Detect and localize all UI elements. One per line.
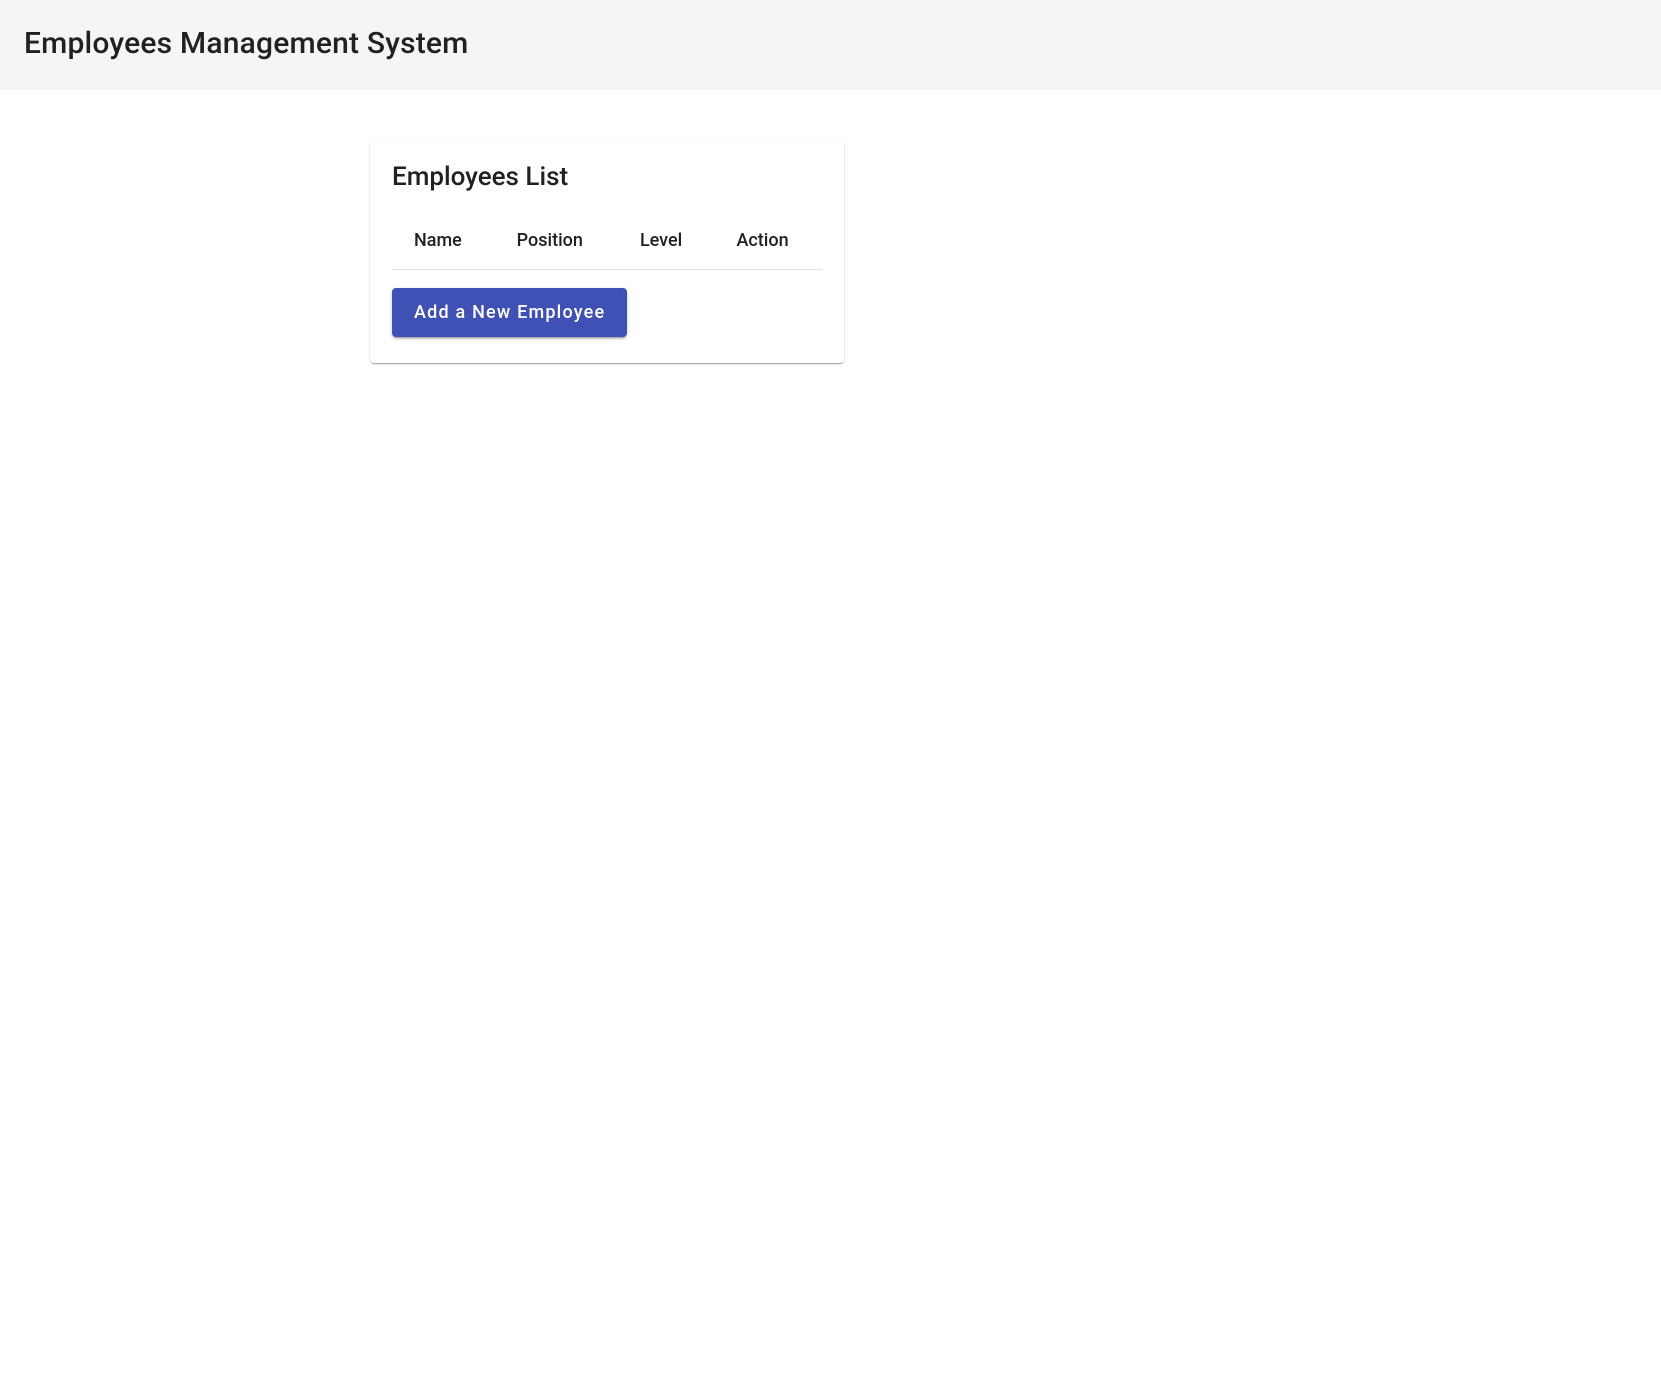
card-title: Employees List <box>392 162 822 192</box>
column-header-level: Level <box>618 220 715 270</box>
employees-table: Name Position Level Action <box>392 220 822 270</box>
employees-card: Employees List Name Position Level Actio… <box>370 140 844 363</box>
column-header-position: Position <box>495 220 618 270</box>
content-area: Employees List Name Position Level Actio… <box>0 90 1661 363</box>
column-header-name: Name <box>392 220 495 270</box>
add-employee-button[interactable]: Add a New Employee <box>392 288 627 337</box>
table-header-row: Name Position Level Action <box>392 220 822 270</box>
column-header-action: Action <box>714 220 822 270</box>
app-toolbar: Employees Management System <box>0 0 1661 90</box>
app-title: Employees Management System <box>24 26 469 61</box>
